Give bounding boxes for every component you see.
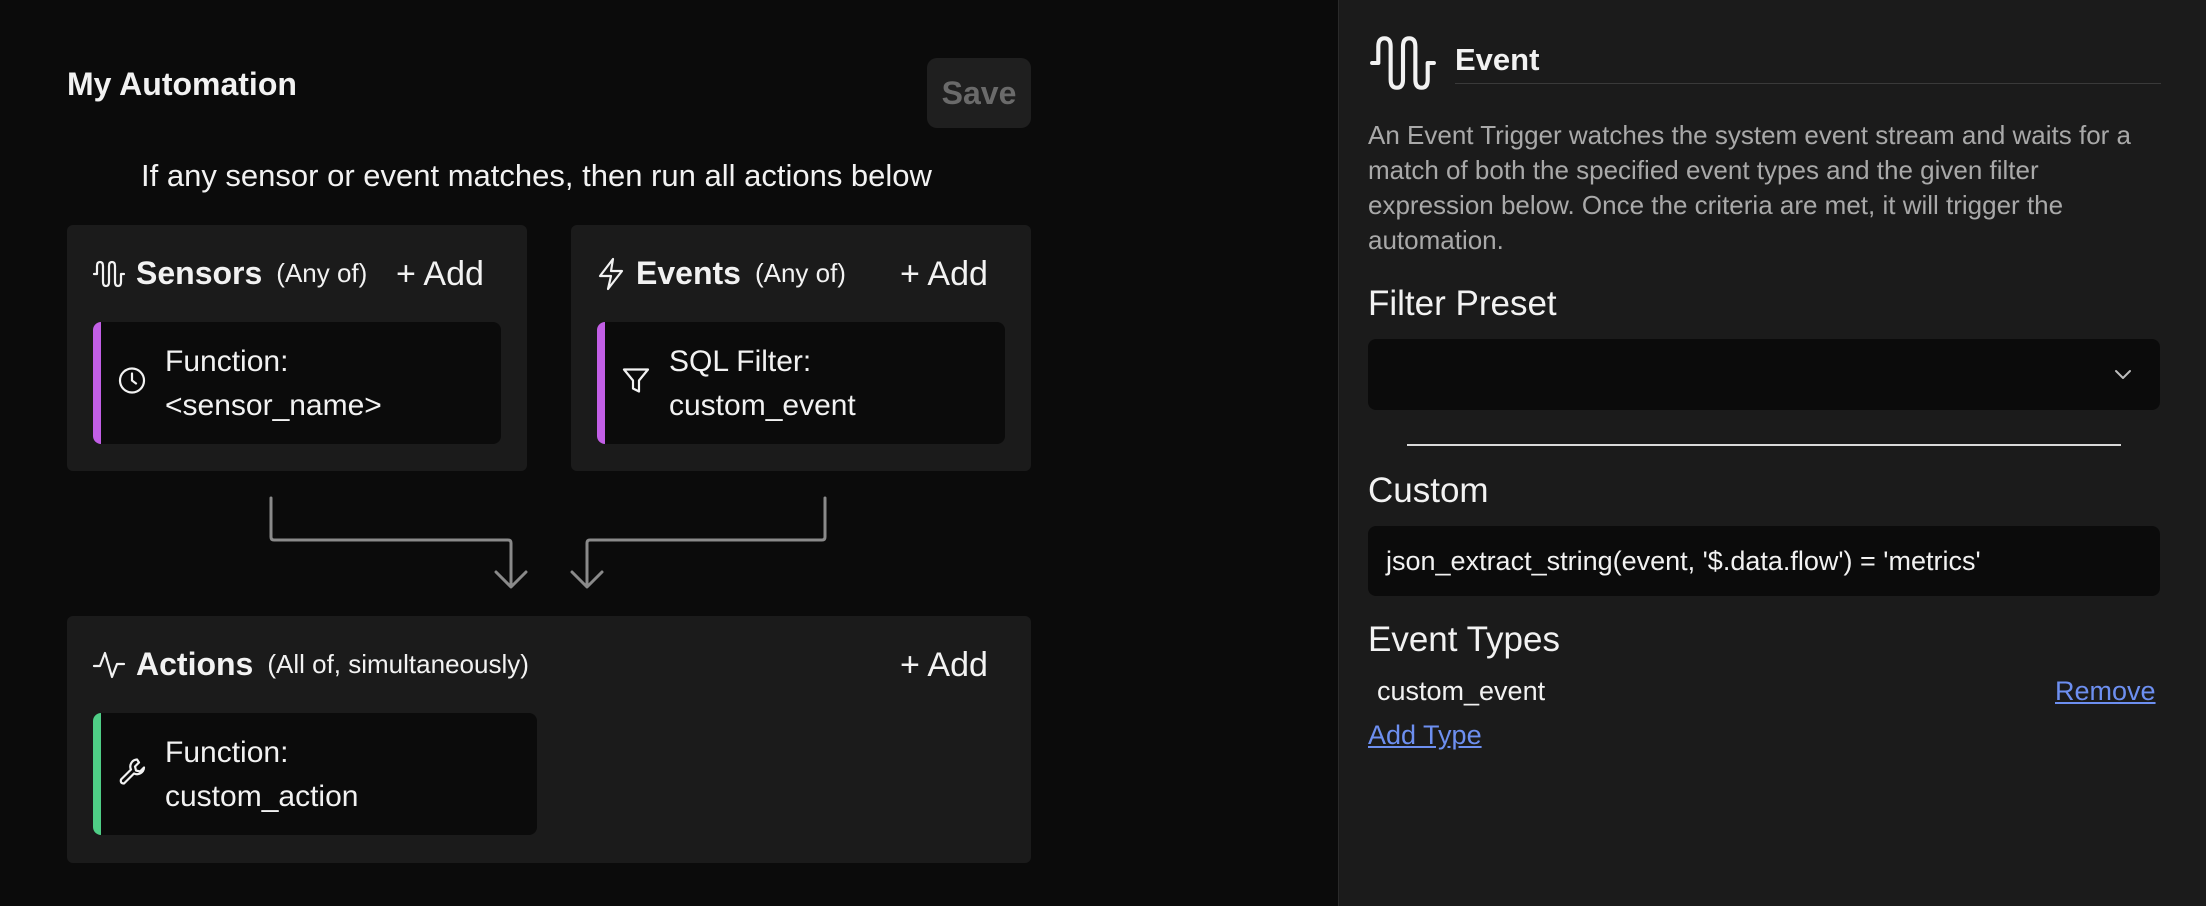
actions-qualifier: (All of, simultaneously) <box>267 649 529 679</box>
section-divider <box>1407 444 2121 446</box>
filter-preset-select[interactable] <box>1368 339 2160 410</box>
event-type-item: custom_event <box>1377 676 1546 706</box>
activity-icon <box>92 648 126 682</box>
custom-label: Custom <box>1368 471 1489 510</box>
actions-panel: Actions (All of, simultaneously) + Add F… <box>67 616 1031 863</box>
waveform-icon <box>1368 28 1438 98</box>
title-underline <box>1455 83 2161 84</box>
action-card-text: Function: custom_action <box>165 731 358 819</box>
action-card-line1: Function: <box>165 736 289 769</box>
detail-title: Event <box>1455 42 1540 77</box>
add-type-link[interactable]: Add Type <box>1368 720 1482 751</box>
custom-filter-input[interactable]: json_extract_string(event, '$.data.flow'… <box>1368 526 2160 596</box>
actions-label: Actions <box>136 646 254 682</box>
filter-preset-label: Filter Preset <box>1368 284 1557 323</box>
add-action-button[interactable]: + Add <box>900 646 988 685</box>
remove-event-type-link[interactable]: Remove <box>2055 676 2156 707</box>
card-accent <box>93 713 101 835</box>
wrench-icon <box>117 756 149 793</box>
event-types-label: Event Types <box>1368 620 1560 659</box>
automation-canvas: My Automation Save If any sensor or even… <box>0 0 1338 906</box>
trigger-detail-panel: Event An Event Trigger watches the syste… <box>1338 0 2206 906</box>
chevron-down-icon <box>2112 363 2134 390</box>
action-card-line2: custom_action <box>165 780 359 813</box>
action-card[interactable]: Function: custom_action <box>93 713 537 835</box>
detail-description: An Event Trigger watches the system even… <box>1368 120 2132 255</box>
actions-header: Actions (All of, simultaneously) <box>92 646 529 683</box>
